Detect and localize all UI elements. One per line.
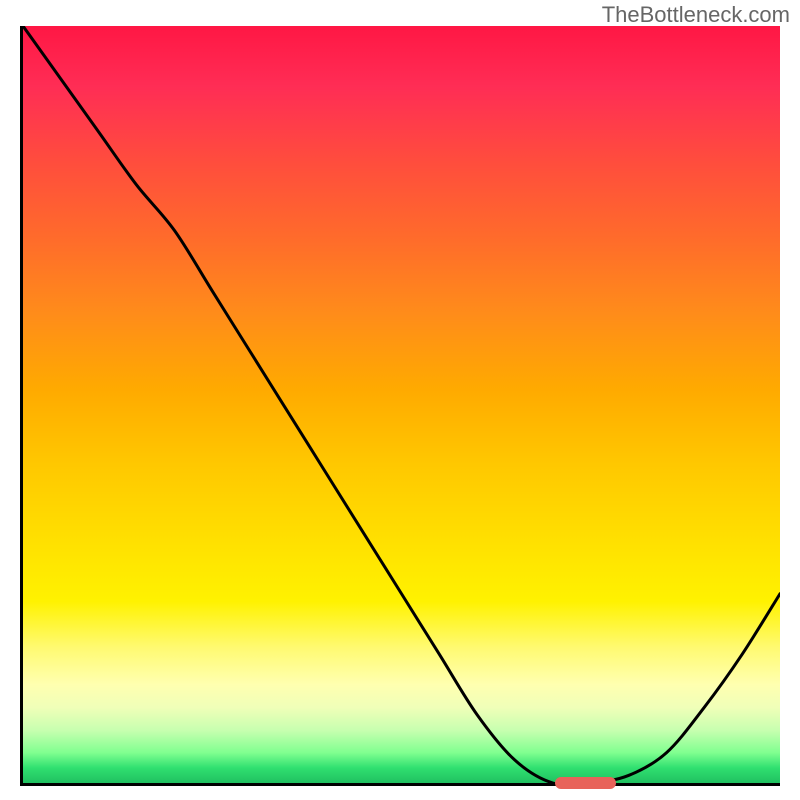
chart-container: TheBottleneck.com xyxy=(0,0,800,800)
watermark-text: TheBottleneck.com xyxy=(602,2,790,28)
curve-layer xyxy=(23,26,780,783)
plot-area xyxy=(20,26,780,786)
optimal-marker xyxy=(555,777,616,789)
bottleneck-curve xyxy=(23,26,780,783)
